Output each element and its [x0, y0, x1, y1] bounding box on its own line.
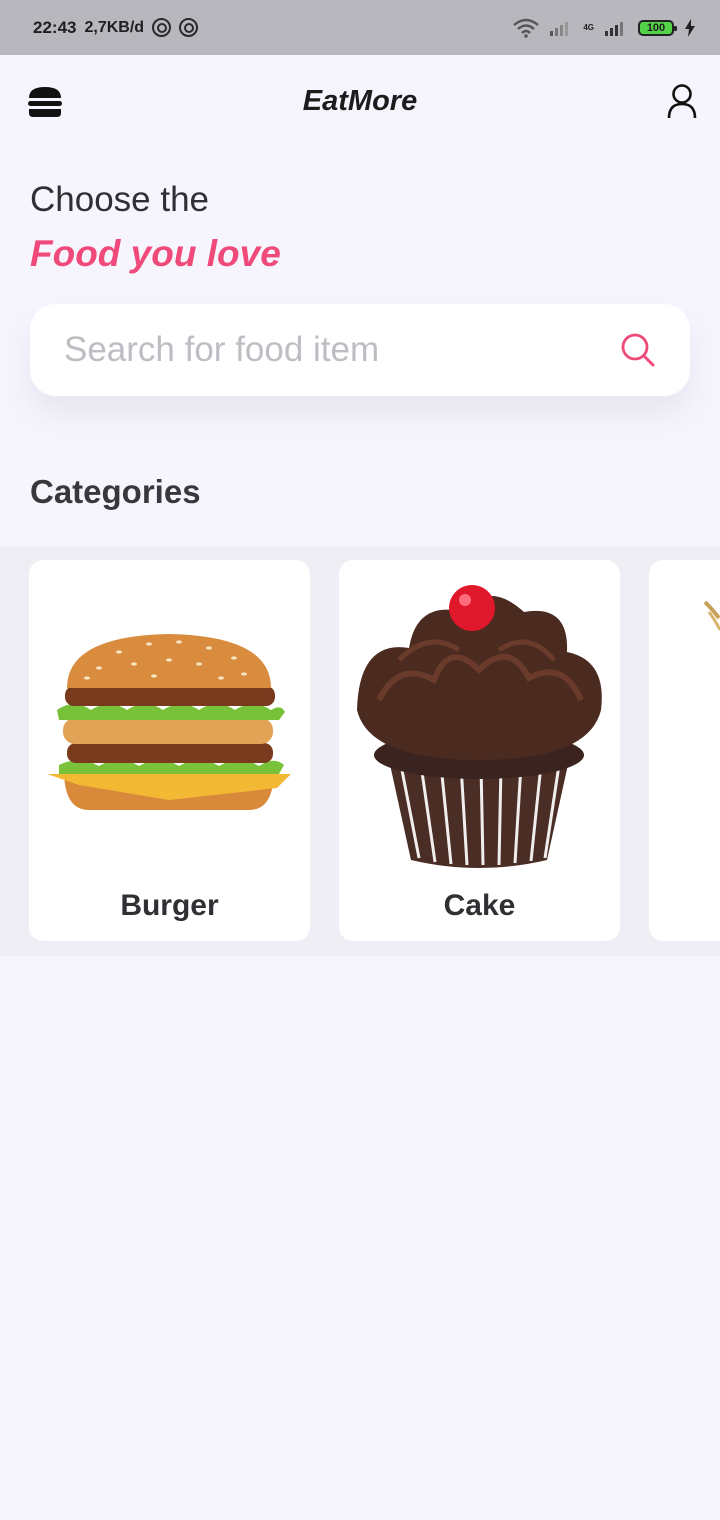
wifi-icon [513, 18, 540, 38]
battery-indicator: 100 [638, 19, 677, 36]
categories-list: Burger Cake [0, 546, 720, 956]
search-input[interactable] [64, 330, 620, 370]
app-bar: EatMore [0, 55, 720, 150]
status-bar: 22:43 2,7KB/d 4G 100 [0, 0, 720, 55]
food-image-partial [703, 600, 720, 631]
hero-line-2: Food you love [30, 233, 281, 274]
sync-icon-2 [179, 18, 199, 37]
sync-icon [152, 18, 172, 37]
signal-icon [550, 21, 569, 36]
cupcake-image [357, 585, 602, 868]
category-card-burger[interactable]: Burger [29, 560, 310, 941]
search-bar [30, 304, 690, 396]
status-left: 22:43 2,7KB/d [33, 17, 199, 38]
network-type: 4G [583, 22, 594, 32]
user-icon[interactable] [666, 83, 698, 119]
search-icon[interactable] [620, 332, 656, 368]
net-speed: 2,7KB/d [84, 18, 145, 36]
hero-line-1: Choose the [30, 180, 210, 219]
category-label-burger: Burger [120, 889, 219, 922]
category-card-cake[interactable]: Cake [339, 560, 620, 941]
charging-icon [685, 18, 695, 37]
category-label-cake: Cake [443, 889, 516, 922]
status-time: 22:43 [33, 17, 77, 37]
category-card-partial[interactable] [649, 560, 720, 941]
categories-title: Categories [30, 473, 201, 510]
signal-icon-2 [605, 21, 623, 36]
app-title: EatMore [302, 85, 418, 117]
burger-image [47, 634, 291, 810]
status-right: 4G 100 [513, 18, 696, 38]
